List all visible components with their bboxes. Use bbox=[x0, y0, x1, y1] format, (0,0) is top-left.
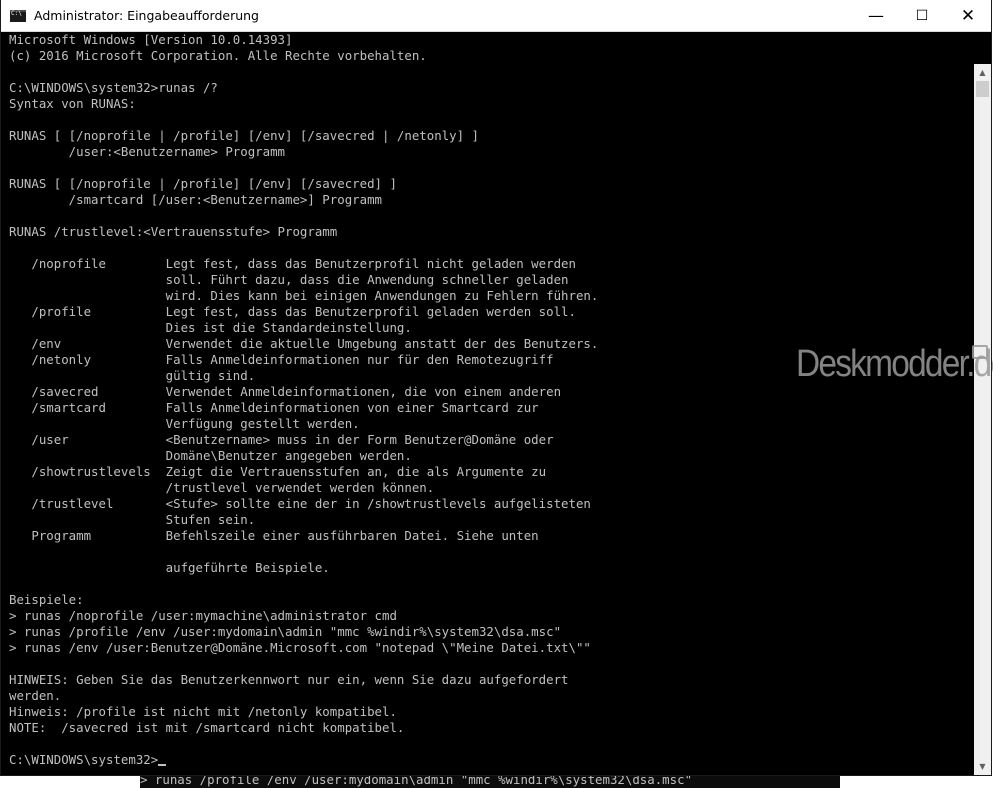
console-line: /trustlevel <Stufe> sollte eine der in /… bbox=[31, 496, 591, 511]
watermark-text: Deskmodder.de bbox=[796, 343, 993, 385]
console-line: Beispiele: bbox=[9, 592, 84, 607]
background-console-line: > runas /profile /env /user:mydomain\adm… bbox=[140, 776, 693, 787]
console-line: werden. bbox=[9, 688, 62, 703]
console-line: Hinweis: /profile ist nicht mit /netonly… bbox=[9, 704, 397, 719]
console-line: RUNAS /trustlevel:<Vertrauensstufe> Prog… bbox=[9, 224, 338, 239]
console-line: > runas /noprofile /user:mymachine\admin… bbox=[9, 608, 397, 623]
cmd-icon[interactable] bbox=[10, 9, 26, 22]
minimize-button[interactable]: — bbox=[853, 0, 899, 32]
console-line: (c) 2016 Microsoft Corporation. Alle Rec… bbox=[9, 48, 427, 63]
console-line: Programm Befehlszeile einer ausführbaren… bbox=[31, 528, 539, 543]
console-line: /netonly Falls Anmeldeinformationen nur … bbox=[31, 352, 554, 367]
external-link-icon bbox=[972, 345, 988, 359]
console-window[interactable]: Administrator: Eingabeaufforderung — ☐ ✕… bbox=[0, 0, 992, 776]
console-line: Verfügung gestellt werden. bbox=[165, 416, 360, 431]
console-line: /savecred Verwendet Anmeldeinformationen… bbox=[31, 384, 562, 399]
console-lines: Microsoft Windows [Version 10.0.14393] (… bbox=[9, 32, 598, 735]
scroll-down-button[interactable]: ▼ bbox=[974, 758, 991, 775]
background-console-window: > runas /profile /env /user:mydomain\adm… bbox=[140, 776, 840, 788]
console-line: Microsoft Windows [Version 10.0.14393] bbox=[9, 32, 293, 47]
scroll-thumb[interactable] bbox=[976, 81, 989, 97]
console-line: > runas /env /user:Benutzer@Domäne.Micro… bbox=[9, 640, 591, 655]
window-title: Administrator: Eingabeaufforderung bbox=[34, 8, 259, 23]
console-output[interactable]: Microsoft Windows [Version 10.0.14393] (… bbox=[9, 32, 967, 774]
console-line: aufgeführte Beispiele. bbox=[165, 560, 330, 575]
title-bar[interactable]: Administrator: Eingabeaufforderung — ☐ ✕ bbox=[1, 0, 991, 32]
console-line: soll. Führt dazu, dass die Anwendung sch… bbox=[165, 272, 569, 287]
console-line: > runas /profile /env /user:mydomain\adm… bbox=[9, 624, 562, 639]
close-button[interactable]: ✕ bbox=[945, 0, 991, 32]
console-line: /profile Legt fest, dass das Benutzerpro… bbox=[31, 304, 576, 319]
console-line: /showtrustlevels Zeigt die Vertrauensstu… bbox=[31, 464, 547, 479]
console-line: Stufen sein. bbox=[165, 512, 256, 527]
console-line: Dies ist die Standardeinstellung. bbox=[165, 320, 412, 335]
console-line: wird. Dies kann bei einigen Anwendungen … bbox=[165, 288, 599, 303]
console-area[interactable]: Microsoft Windows [Version 10.0.14393] (… bbox=[1, 32, 991, 775]
console-line: /env Verwendet die aktuelle Umgebung ans… bbox=[31, 336, 599, 351]
console-line: NOTE: /savecred ist mit /smartcard nicht… bbox=[9, 720, 405, 735]
console-line: /trustlevel verwendet werden können. bbox=[165, 480, 435, 495]
maximize-button[interactable]: ☐ bbox=[899, 0, 945, 32]
console-line: /noprofile Legt fest, dass das Benutzerp… bbox=[31, 256, 576, 271]
console-line: /smartcard Falls Anmeldeinformationen vo… bbox=[31, 400, 539, 415]
console-line: Domäne\Benutzer angegeben werden. bbox=[165, 448, 412, 463]
console-line: /smartcard [/user:<Benutzername>] Progra… bbox=[68, 192, 382, 207]
console-line: RUNAS [ [/noprofile | /profile] [/env] [… bbox=[9, 128, 479, 143]
console-line: /user <Benutzername> muss in der Form Be… bbox=[31, 432, 554, 447]
text-cursor bbox=[158, 764, 167, 766]
command-prompt: C:\WINDOWS\system32> bbox=[9, 752, 159, 767]
console-line: Syntax von RUNAS: bbox=[9, 96, 136, 111]
console-line: C:\WINDOWS\system32>runas /? bbox=[9, 80, 218, 95]
scroll-up-button[interactable]: ▲ bbox=[974, 64, 991, 81]
console-line: HINWEIS: Geben Sie das Benutzerkennwort … bbox=[9, 672, 569, 687]
console-line: RUNAS [ [/noprofile | /profile] [/env] [… bbox=[9, 176, 397, 191]
console-line: gültig sind. bbox=[165, 368, 256, 383]
vertical-scrollbar[interactable]: ▲ ▼ bbox=[974, 64, 991, 775]
console-line: /user:<Benutzername> Programm bbox=[68, 144, 286, 159]
